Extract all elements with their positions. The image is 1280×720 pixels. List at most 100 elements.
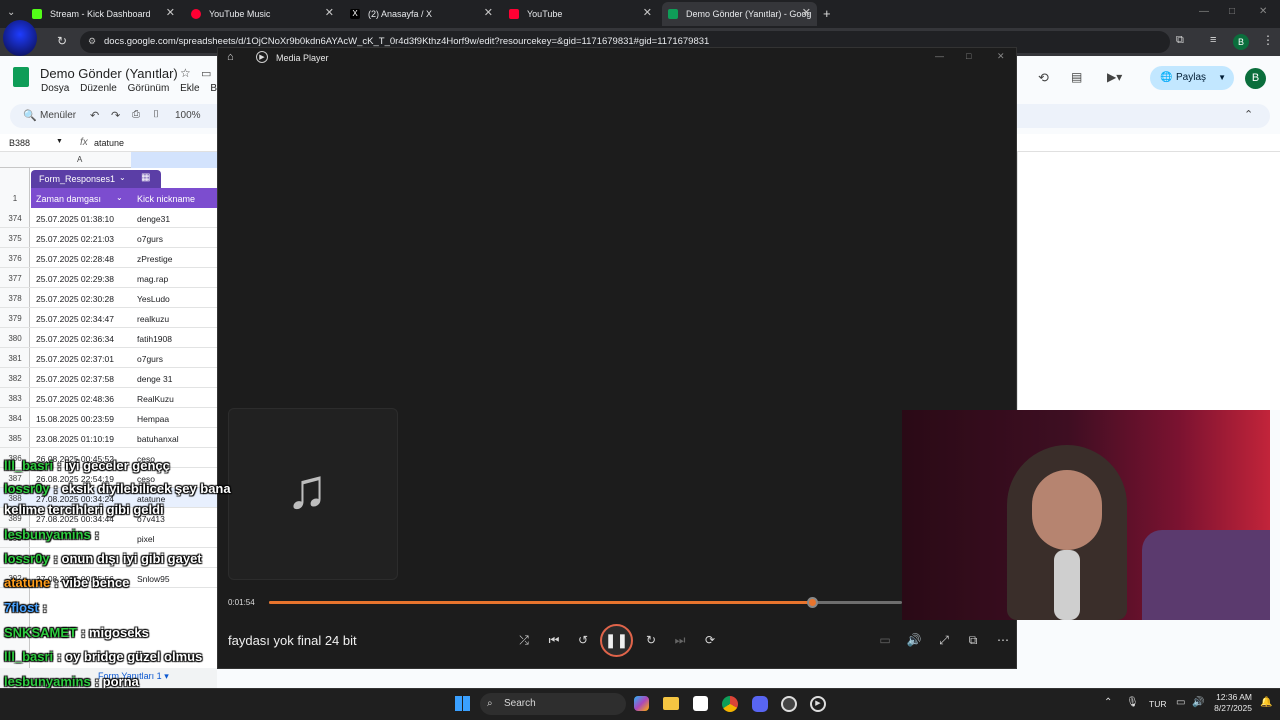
new-tab-icon[interactable]: + (823, 6, 831, 21)
close-icon[interactable]: ✕ (166, 6, 175, 19)
menu-insert[interactable]: Ekle (180, 83, 199, 94)
skip-back-icon[interactable]: ↺ (574, 631, 592, 649)
sheet-grid-right[interactable] (1017, 152, 1280, 410)
table-row[interactable]: 377 25.07.2025 02:29:38 mag.rap (0, 268, 217, 288)
nickname-cell[interactable]: Snlow95 (137, 574, 170, 584)
close-icon[interactable]: ✕ (484, 6, 493, 19)
col-timestamp-header[interactable]: Zaman damgası (36, 194, 101, 204)
redo-icon[interactable]: ↷ (111, 109, 120, 122)
copilot-icon[interactable] (634, 696, 649, 711)
browser-menu-icon[interactable]: ⋮ (1262, 33, 1274, 47)
version-history-icon[interactable]: ⟲ (1038, 70, 1049, 86)
table-row[interactable]: 383 25.07.2025 02:48:36 RealKuzu (0, 388, 217, 408)
column-b-selected-header[interactable] (131, 152, 217, 168)
clock[interactable]: 12:36 AM 8/27/2025 (1206, 692, 1252, 714)
media-player-taskbar-icon[interactable]: ▶ (810, 696, 826, 712)
timestamp-cell[interactable]: 25.07.2025 02:37:58 (36, 374, 114, 384)
tab-x[interactable]: X (2) Anasayfa / X ✕ (344, 2, 499, 26)
obs-icon[interactable] (781, 696, 797, 712)
profile-avatar[interactable]: B (1233, 34, 1249, 50)
timestamp-cell[interactable]: 15.08.2025 00:23:59 (36, 414, 114, 424)
chevron-down-icon[interactable]: ⌄ (116, 193, 123, 202)
table-row[interactable]: 374 25.07.2025 01:38:10 denge31 (0, 208, 217, 228)
discord-icon[interactable] (752, 696, 768, 712)
chat-username[interactable]: lossr0y (4, 481, 50, 496)
timestamp-cell[interactable]: 25.07.2025 02:36:34 (36, 334, 114, 344)
nickname-cell[interactable]: denge 31 (137, 374, 172, 384)
timestamp-cell[interactable]: 25.07.2025 02:37:01 (36, 354, 114, 364)
close-window-icon[interactable]: ✕ (1259, 6, 1267, 17)
pause-button[interactable]: ❚❚ (600, 624, 633, 657)
menu-view[interactable]: Görünüm (128, 83, 170, 94)
chat-username[interactable]: lossr0y (4, 551, 50, 566)
chrome-icon[interactable] (722, 696, 738, 712)
star-icon[interactable]: ☆ (180, 66, 191, 80)
repeat-icon[interactable]: ⟳ (701, 631, 719, 649)
share-button[interactable]: 🌐 Paylaş ▼ (1150, 66, 1234, 90)
formula-input[interactable]: atatune (94, 138, 124, 148)
column-a-header[interactable]: A (77, 155, 82, 164)
tab-sheets[interactable]: Demo Gönder (Yanıtlar) - Goog ✕ (662, 2, 817, 26)
document-title[interactable]: Demo Gönder (Yanıtlar) (40, 66, 178, 81)
collapse-toolbar-icon[interactable]: ⌃ (1244, 108, 1253, 121)
undo-icon[interactable]: ↶ (90, 109, 99, 122)
notification-icon[interactable]: 🔔 (1260, 697, 1272, 708)
print-icon[interactable]: ⎙ (132, 109, 140, 120)
maximize-icon[interactable]: □ (966, 51, 971, 61)
nickname-cell[interactable]: o7gurs (137, 354, 163, 364)
file-explorer-icon[interactable] (663, 697, 679, 710)
meet-icon[interactable]: ▶▾ (1107, 70, 1122, 84)
menu-edit[interactable]: Düzenle (80, 83, 117, 94)
menus-search[interactable]: Menüler (40, 110, 76, 121)
chat-username[interactable]: lll_basri (4, 649, 53, 664)
table-row[interactable]: 381 25.07.2025 02:37:01 o7gurs (0, 348, 217, 368)
close-icon[interactable]: ✕ (997, 51, 1005, 62)
close-icon[interactable]: ✕ (325, 6, 334, 19)
captions-icon[interactable]: ▭ (876, 631, 894, 649)
table-grid-icon[interactable]: ▦ (141, 172, 150, 183)
close-icon[interactable]: ✕ (802, 6, 811, 19)
table-name-chip[interactable]: Form_Responses1 ⌄ ▦ (31, 170, 161, 188)
tray-chevron-icon[interactable]: ⌃ (1104, 697, 1112, 708)
more-options-icon[interactable]: ⋯ (994, 631, 1012, 649)
close-icon[interactable]: ✕ (643, 6, 652, 19)
seek-thumb[interactable] (807, 597, 818, 608)
menu-file[interactable]: Dosya (41, 83, 69, 94)
chat-username[interactable]: lesbunyamins (4, 674, 91, 689)
comments-icon[interactable]: ▤ (1071, 70, 1082, 84)
volume-icon[interactable]: 🔊 (1192, 697, 1204, 708)
timestamp-cell[interactable]: 25.07.2025 02:48:36 (36, 394, 114, 404)
nickname-cell[interactable]: RealKuzu (137, 394, 174, 404)
table-row[interactable]: 375 25.07.2025 02:21:03 o7gurs (0, 228, 217, 248)
paint-format-icon[interactable]: ⌷ (153, 109, 159, 120)
previous-icon[interactable]: ⏮ (545, 631, 563, 649)
table-row[interactable]: 384 15.08.2025 00:23:59 Hempaa (0, 408, 217, 428)
tab-list-icon[interactable]: ⌄ (7, 7, 15, 18)
name-box[interactable]: B388 (9, 138, 30, 148)
nickname-cell[interactable]: zPrestige (137, 254, 172, 264)
shuffle-icon[interactable]: ⤮ (515, 631, 533, 649)
nickname-cell[interactable]: YesLudo (137, 294, 170, 304)
site-info-icon[interactable]: ⚙ (88, 36, 96, 47)
move-folder-icon[interactable]: ▭ (201, 67, 211, 80)
tab-kick[interactable]: Stream - Kick Dashboard ✕ (26, 2, 181, 26)
store-icon[interactable] (693, 696, 708, 711)
taskbar-search[interactable]: ⌕ Search (480, 693, 626, 715)
account-avatar[interactable]: B (1245, 68, 1266, 89)
timestamp-cell[interactable]: 25.07.2025 02:30:28 (36, 294, 114, 304)
nickname-cell[interactable]: fatih1908 (137, 334, 172, 344)
volume-icon[interactable]: 🔊 (905, 631, 923, 649)
timestamp-cell[interactable]: 25.07.2025 01:38:10 (36, 214, 114, 224)
chat-username[interactable]: SNKSAMET (4, 625, 77, 640)
nickname-cell[interactable]: pixel (137, 534, 154, 544)
nickname-cell[interactable]: denge31 (137, 214, 170, 224)
chat-username[interactable]: atatune (4, 575, 50, 590)
language-indicator[interactable]: TUR (1149, 699, 1166, 709)
table-row[interactable]: 378 25.07.2025 02:30:28 YesLudo (0, 288, 217, 308)
timestamp-cell[interactable]: 25.07.2025 02:28:48 (36, 254, 114, 264)
skip-forward-icon[interactable]: ↻ (642, 631, 660, 649)
timestamp-cell[interactable]: 23.08.2025 01:10:19 (36, 434, 114, 444)
start-icon[interactable] (455, 696, 470, 711)
extensions-icon[interactable]: ⧉ (1176, 34, 1184, 47)
table-row[interactable]: 380 25.07.2025 02:36:34 fatih1908 (0, 328, 217, 348)
